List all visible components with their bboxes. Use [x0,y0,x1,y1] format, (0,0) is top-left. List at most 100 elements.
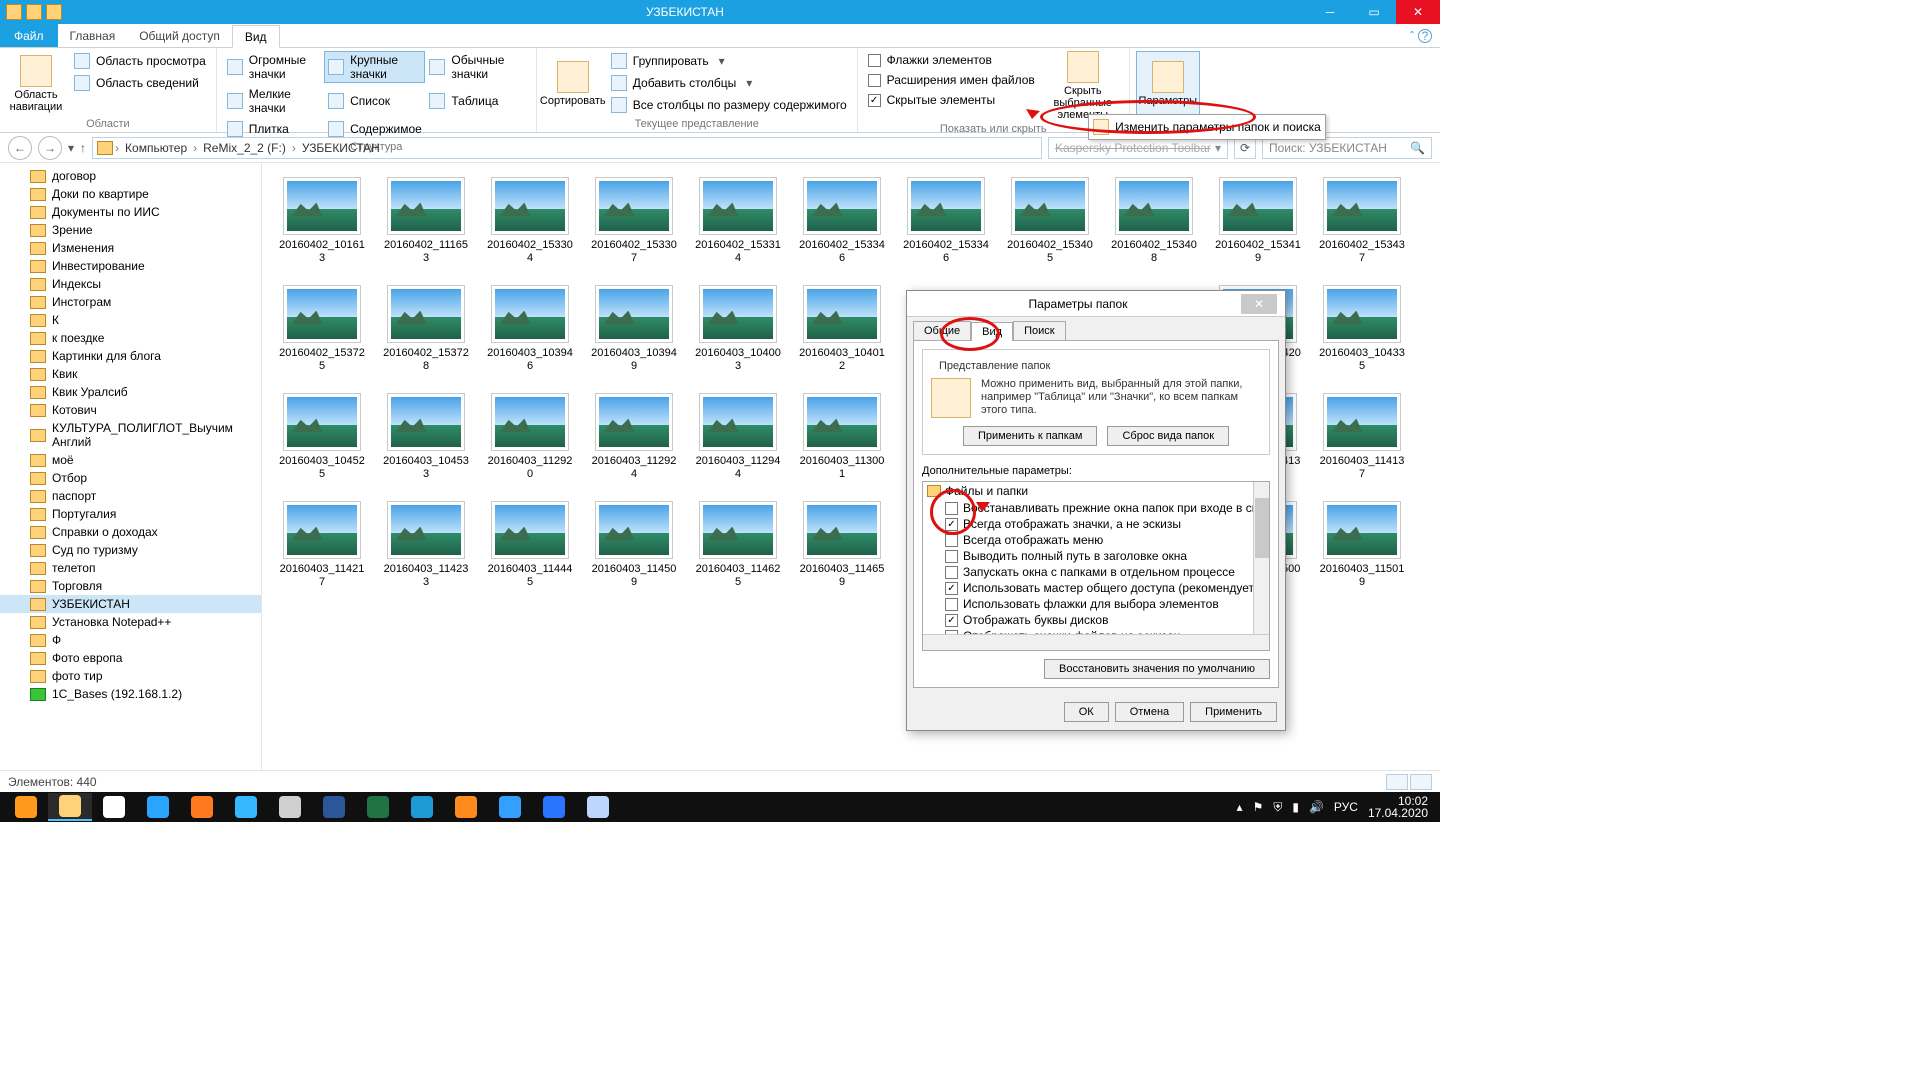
file-thumb[interactable]: 20160403_113001 [790,393,894,481]
taskbar-app-yandex[interactable] [92,793,136,821]
file-thumb[interactable]: 20160403_104012 [790,285,894,373]
file-thumb[interactable]: 20160402_153728 [374,285,478,373]
view-details-button[interactable] [1386,774,1408,790]
tree-item[interactable]: Котович [0,401,261,419]
file-thumb[interactable]: 20160403_104003 [686,285,790,373]
tree-item[interactable]: Квик Уралсиб [0,383,261,401]
taskbar-app-mail[interactable] [136,793,180,821]
advanced-option[interactable]: Использовать флажки для выбора элементов [923,596,1269,612]
taskbar-app-snip[interactable] [488,793,532,821]
file-thumb[interactable]: 20160403_114445 [478,501,582,589]
qat-icon[interactable] [46,4,62,20]
advanced-option[interactable]: Использовать мастер общего доступа (реко… [923,580,1269,596]
tray-volume-icon[interactable]: 🔊 [1309,800,1324,814]
tab-view[interactable]: Вид [232,25,280,48]
file-tab[interactable]: Файл [0,24,58,47]
ribbon-collapse[interactable]: ˆ ? [1402,24,1440,47]
tree-item[interactable]: фото тир [0,667,261,685]
file-thumb[interactable]: 20160403_114137 [1310,393,1414,481]
file-thumb[interactable]: 20160403_115019 [1310,501,1414,589]
maximize-button[interactable]: ▭ [1352,0,1396,24]
close-button[interactable]: ✕ [1396,0,1440,24]
show-checkboxes[interactable]: Флажки элементов [864,51,1039,69]
details-pane-button[interactable]: Область сведений [70,73,210,93]
nav-tree[interactable]: договорДоки по квартиреДокументы по ИИСЗ… [0,163,262,770]
tree-item[interactable]: Зрение [0,221,261,239]
fitcols-button[interactable]: Все столбцы по размеру содержимого [607,95,851,115]
tree-item[interactable]: паспорт [0,487,261,505]
file-thumb[interactable]: 20160402_153314 [686,177,790,265]
dlg-tab-search[interactable]: Поиск [1013,321,1065,340]
show-extensions[interactable]: Расширения имен файлов [864,71,1039,89]
tray-lang[interactable]: РУС [1334,800,1358,814]
file-thumb[interactable]: 20160403_114509 [582,501,686,589]
taskbar-app-7zip[interactable] [268,793,312,821]
tree-item[interactable]: 1C_Bases (192.168.1.2) [0,685,261,703]
forward-button[interactable]: → [38,136,62,160]
tab-share[interactable]: Общий доступ [127,24,232,47]
tree-item[interactable]: Инвестирование [0,257,261,275]
file-thumb[interactable]: 20160402_153346 [894,177,998,265]
minimize-button[interactable]: ─ [1308,0,1352,24]
file-thumb[interactable]: 20160403_104525 [270,393,374,481]
tab-home[interactable]: Главная [58,24,128,47]
file-thumb[interactable]: 20160403_112924 [582,393,686,481]
file-thumb[interactable]: 20160402_153408 [1102,177,1206,265]
file-thumb[interactable]: 20160403_114217 [270,501,374,589]
tray-up-icon[interactable]: ▴ [1237,800,1243,814]
tree-item[interactable]: К [0,311,261,329]
file-thumb[interactable]: 20160403_103946 [478,285,582,373]
layout-normal[interactable]: Обычные значки [425,51,526,83]
advanced-option[interactable]: Отображать буквы дисков [923,612,1269,628]
scrollbar-horizontal[interactable] [923,634,1269,650]
reset-folders-button[interactable]: Сброс вида папок [1107,426,1229,446]
layout-table[interactable]: Таблица [425,85,526,117]
nav-pane-button[interactable]: Область навигации [6,51,66,116]
taskbar-app-at[interactable] [400,793,444,821]
layout-large[interactable]: Крупные значки [324,51,425,83]
tray-shield-icon[interactable]: ⛨ [1273,800,1282,815]
file-thumb[interactable]: 20160403_104533 [374,393,478,481]
options-button[interactable]: Параметры [1136,51,1200,116]
layout-small[interactable]: Мелкие значки [223,85,324,117]
tree-item[interactable]: Справки о доходах [0,523,261,541]
taskbar-app-app1[interactable] [224,793,268,821]
file-thumb[interactable]: 20160402_111653 [374,177,478,265]
apply-to-folders-button[interactable]: Применить к папкам [963,426,1098,446]
tree-item[interactable]: Индексы [0,275,261,293]
tree-item[interactable]: договор [0,167,261,185]
tray-network-icon[interactable]: ▮ [1292,800,1299,814]
ok-button[interactable]: ОК [1064,702,1109,722]
tree-item[interactable]: Документы по ИИС [0,203,261,221]
options-menu-item[interactable]: Изменить параметры папок и поиска [1088,114,1326,140]
layout-list[interactable]: Список [324,85,425,117]
layout-huge[interactable]: Огромные значки [223,51,324,83]
taskbar-app-fox[interactable] [444,793,488,821]
file-thumb[interactable]: 20160402_101613 [270,177,374,265]
system-tray[interactable]: ▴ ⚑ ⛨ ▮ 🔊 РУС 10:02 17.04.2020 [1237,795,1436,819]
tree-item[interactable]: Отбор [0,469,261,487]
file-thumb[interactable]: 20160403_114625 [686,501,790,589]
file-thumb[interactable]: 20160403_114659 [790,501,894,589]
tree-item[interactable]: Португалия [0,505,261,523]
taskbar-app-media[interactable] [4,793,48,821]
file-thumb[interactable]: 20160403_103949 [582,285,686,373]
file-thumb[interactable]: 20160402_153307 [582,177,686,265]
file-thumb[interactable]: 20160402_153304 [478,177,582,265]
tree-item[interactable]: КУЛЬТУРА_ПОЛИГЛОТ_Выучим Англий [0,419,261,451]
file-thumb[interactable]: 20160403_112944 [686,393,790,481]
breadcrumb-seg[interactable]: УЗБЕКИСТАН [298,141,384,155]
tree-item[interactable]: Доки по квартире [0,185,261,203]
up-button[interactable]: ↑ [80,141,86,155]
file-thumb[interactable]: 20160402_153437 [1310,177,1414,265]
taskbar-app-word[interactable] [312,793,356,821]
taskbar-app-calc[interactable] [576,793,620,821]
breadcrumb-seg[interactable]: ReMix_2_2 (F:) [199,141,290,155]
tree-item[interactable]: Торговля [0,577,261,595]
taskbar-app-firefox[interactable] [180,793,224,821]
recent-button[interactable]: ▾ [68,141,74,155]
dialog-titlebar[interactable]: Параметры папок ✕ [907,291,1285,317]
cancel-button[interactable]: Отмена [1115,702,1184,722]
tree-item[interactable]: УЗБЕКИСТАН [0,595,261,613]
breadcrumb-seg[interactable]: Компьютер [121,141,191,155]
